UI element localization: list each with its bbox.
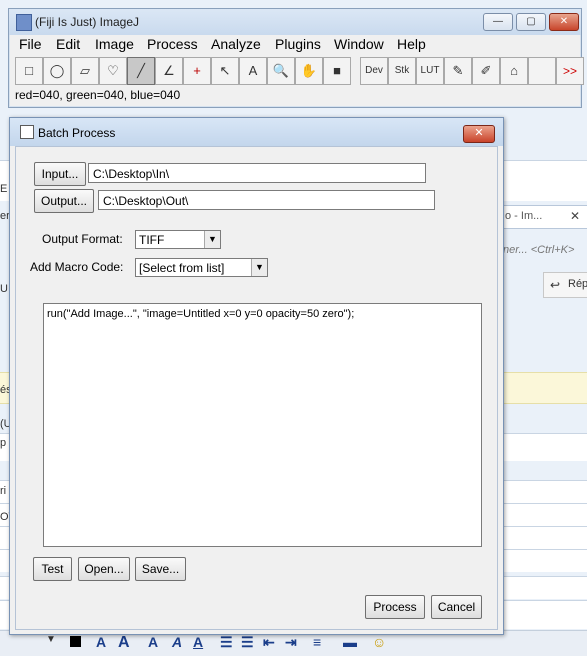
dialog-close-button[interactable]: ✕ <box>463 125 495 143</box>
minimize-button[interactable]: — <box>483 13 513 31</box>
dialog-titlebar: Batch Process ✕ <box>10 118 503 146</box>
close-window-button[interactable]: ✕ <box>549 13 579 31</box>
menu-window[interactable]: Window <box>334 36 384 52</box>
imagej-titlebar: (Fiji Is Just) ImageJ — ▢ ✕ <box>9 9 581 35</box>
bg-tab[interactable]: o - Im... ✕ <box>500 205 587 229</box>
java-icon <box>20 125 34 139</box>
menu-help[interactable]: Help <box>397 36 426 52</box>
bg-fragment: p <box>0 437 7 449</box>
save-button[interactable]: Save... <box>135 557 186 581</box>
imagej-window: (Fiji Is Just) ImageJ — ▢ ✕ File Edit Im… <box>8 8 584 108</box>
macro-code-label: Add Macro Code: <box>30 260 124 274</box>
font-grow-large-icon[interactable]: A <box>118 634 130 652</box>
test-button[interactable]: Test <box>33 557 72 581</box>
indent-icon[interactable]: ⇥ <box>285 634 297 651</box>
color-picker-icon[interactable]: ■ <box>323 57 351 85</box>
imagej-logo-icon <box>16 14 32 31</box>
bg-reply-label: Rép <box>568 278 587 290</box>
dev-menu-icon[interactable]: Dev <box>360 57 388 85</box>
emoji-icon[interactable]: ☺ <box>372 634 386 650</box>
underline-icon[interactable]: A <box>193 634 203 650</box>
batch-process-dialog: Batch Process ✕ Input... C:\Desktop\In\ … <box>9 117 504 635</box>
font-grow-icon[interactable]: A <box>96 634 106 650</box>
input-path-field[interactable]: C:\Desktop\In\ <box>88 163 426 183</box>
status-bar: red=040, green=040, blue=040 <box>15 88 181 102</box>
bg-search-hint: ner... <Ctrl+K> <box>503 244 575 256</box>
point-tool-icon[interactable]: + <box>183 57 211 85</box>
output-format-value: TIFF <box>139 233 165 247</box>
menu-plugins[interactable]: Plugins <box>275 36 321 52</box>
lut-menu-icon[interactable]: LUT <box>416 57 444 85</box>
bg-fragment: E <box>0 183 8 195</box>
pencil-tool-icon[interactable]: ✎ <box>444 57 472 85</box>
open-button[interactable]: Open... <box>78 557 130 581</box>
text-color-icon[interactable] <box>70 636 81 647</box>
chevron-down-icon: ▼ <box>251 259 267 276</box>
chevron-down-icon[interactable]: ▼ <box>46 634 56 645</box>
macro-code-editor[interactable]: run("Add Image...", "image=Untitled x=0 … <box>43 303 482 547</box>
more-tools-icon[interactable]: >> <box>556 57 584 85</box>
imagej-title: (Fiji Is Just) ImageJ <box>35 15 140 29</box>
menu-file[interactable]: File <box>19 36 42 52</box>
freehand-tool-icon[interactable]: ♡ <box>99 57 127 85</box>
macro-code-value: [Select from list] <box>139 261 225 275</box>
text-tool-icon[interactable]: A <box>239 57 267 85</box>
empty-tool-slot <box>528 57 556 85</box>
menu-image[interactable]: Image <box>95 36 134 52</box>
menu-bar: File Edit Image Process Analyze Plugins … <box>9 35 581 55</box>
reply-arrow-icon: ↩ <box>550 278 561 292</box>
rectangle-tool-icon[interactable]: □ <box>15 57 43 85</box>
brush-tool-icon[interactable]: ✐ <box>472 57 500 85</box>
input-button[interactable]: Input... <box>34 162 86 186</box>
bg-reply-button[interactable]: ↩ Rép <box>543 272 587 298</box>
macro-code-select[interactable]: [Select from list] ▼ <box>135 258 268 277</box>
process-button[interactable]: Process <box>365 595 425 619</box>
oval-tool-icon[interactable]: ◯ <box>43 57 71 85</box>
numbered-list-icon[interactable]: ☰ <box>241 634 254 651</box>
output-path-field[interactable]: C:\Desktop\Out\ <box>98 190 435 210</box>
outdent-icon[interactable]: ⇤ <box>263 634 275 651</box>
menu-edit[interactable]: Edit <box>56 36 80 52</box>
wand-tool-icon[interactable]: ↖ <box>211 57 239 85</box>
bg-tab-label: o - Im... <box>505 210 543 222</box>
angle-tool-icon[interactable]: ∠ <box>155 57 183 85</box>
fill-color-icon[interactable]: ▬ <box>343 634 357 650</box>
bold-icon[interactable]: A <box>148 634 158 650</box>
menu-analyze[interactable]: Analyze <box>211 36 261 52</box>
dialog-title: Batch Process <box>38 126 116 140</box>
output-format-select[interactable]: TIFF ▼ <box>135 230 221 249</box>
align-icon[interactable]: ≡ <box>313 634 321 650</box>
magnifier-tool-icon[interactable]: 🔍 <box>267 57 295 85</box>
cancel-button[interactable]: Cancel <box>431 595 482 619</box>
line-tool-icon[interactable]: ╱ <box>127 57 155 85</box>
polygon-tool-icon[interactable]: ▱ <box>71 57 99 85</box>
output-button[interactable]: Output... <box>34 189 94 213</box>
output-format-label: Output Format: <box>42 232 123 246</box>
stk-menu-icon[interactable]: Stk <box>388 57 416 85</box>
dialog-body: Input... C:\Desktop\In\ Output... C:\Des… <box>15 146 498 630</box>
bg-fragment: ri <box>0 485 7 497</box>
bg-tab-close-icon[interactable]: ✕ <box>570 209 580 223</box>
bullet-list-icon[interactable]: ☰ <box>220 634 233 651</box>
bg-fragment: U <box>0 283 8 295</box>
menu-process[interactable]: Process <box>147 36 198 52</box>
maximize-button[interactable]: ▢ <box>516 13 546 31</box>
italic-icon[interactable]: A <box>172 634 182 650</box>
chevron-down-icon: ▼ <box>204 231 220 248</box>
hand-tool-icon[interactable]: ✋ <box>295 57 323 85</box>
flood-fill-tool-icon[interactable]: ⌂ <box>500 57 528 85</box>
